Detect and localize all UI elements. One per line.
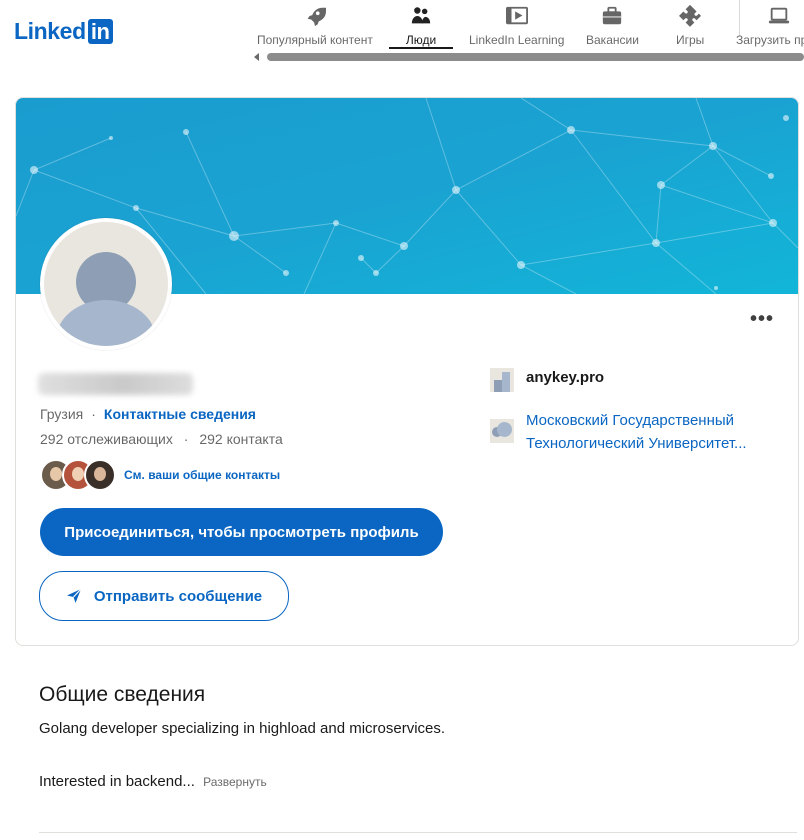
mutual-contacts-row[interactable]: См. ваши общие контакты: [40, 459, 280, 491]
nav-item-download-app[interactable]: Загрузить прил: [736, 2, 804, 48]
education-line: Московский Государственный: [526, 412, 735, 429]
company-logo-icon: [490, 368, 514, 392]
profile-card: ••• Грузия · Контактные сведения 292 отс…: [15, 97, 799, 646]
profile-name-blurred: [38, 373, 193, 395]
send-message-label: Отправить сообщение: [93, 587, 263, 605]
send-icon: [66, 588, 82, 603]
puzzle-icon: [679, 5, 702, 27]
education-line: Технологический Университет...: [526, 435, 747, 452]
location-text: Грузия: [40, 406, 84, 422]
nav-label: Игры: [676, 33, 705, 47]
about-more-text: Interested in backend...: [39, 773, 195, 790]
logo-in-box: in: [87, 18, 113, 44]
people-icon: [411, 7, 431, 24]
stats-row: 292 отслеживающих · 292 контакта: [40, 431, 283, 447]
separator-dot: ·: [91, 406, 96, 422]
location-row: Грузия · Контактные сведения: [40, 406, 256, 422]
separator-dot: ·: [183, 431, 189, 447]
about-text: Golang developer specializing in highloa…: [39, 720, 446, 737]
about-title: Общие сведения: [39, 683, 206, 706]
education-name: Московский Государственный Технологическ…: [526, 409, 747, 455]
rocket-icon: [307, 7, 326, 27]
nav-label: Вакансии: [586, 33, 639, 47]
company-name: anykey.pro: [526, 369, 605, 386]
nav-item-jobs[interactable]: Вакансии: [586, 2, 639, 48]
logo-text: Linked: [14, 17, 86, 44]
video-play-icon: [505, 6, 528, 25]
nav-item-learning[interactable]: LinkedIn Learning: [469, 2, 564, 48]
top-header: Linked in Популярный контент Люди Linked…: [0, 0, 804, 68]
more-options-button[interactable]: •••: [746, 308, 778, 330]
join-to-view-profile-button[interactable]: Присоединиться, чтобы просмотреть профил…: [40, 508, 443, 556]
about-more-row: Interested in backend... Развернуть: [39, 773, 267, 790]
mutual-contacts-link[interactable]: См. ваши общие контакты: [124, 468, 280, 482]
education-item[interactable]: Московский Государственный Технологическ…: [490, 409, 747, 455]
mutual-avatar: [84, 459, 116, 491]
nav-label: LinkedIn Learning: [469, 33, 565, 47]
section-divider: [39, 832, 797, 833]
school-logo-icon: [490, 419, 514, 443]
company-item[interactable]: anykey.pro: [490, 368, 605, 392]
expand-button[interactable]: Развернуть: [203, 775, 267, 789]
briefcase-icon: [603, 6, 622, 25]
contact-info-link[interactable]: Контактные сведения: [104, 406, 256, 422]
avatar-placeholder-icon: [44, 222, 168, 346]
connections-count: 292 контакта: [199, 431, 283, 447]
linkedin-logo[interactable]: Linked in: [14, 17, 113, 45]
scroll-left-arrow-icon[interactable]: [254, 53, 259, 61]
laptop-icon: [768, 7, 789, 24]
send-message-button[interactable]: Отправить сообщение: [39, 571, 289, 621]
nav-label: Популярный контент: [257, 33, 373, 47]
nav-scrollbar[interactable]: [252, 52, 804, 62]
nav-label: Загрузить прил: [736, 33, 804, 47]
profile-avatar[interactable]: [40, 218, 172, 350]
nav-item-popular[interactable]: Популярный контент: [257, 2, 373, 48]
scrollbar-thumb[interactable]: [267, 53, 804, 61]
nav-label: Люди: [405, 33, 437, 47]
followers-count: 292 отслеживающих: [40, 431, 173, 447]
nav-item-games[interactable]: Игры: [676, 2, 704, 48]
nav-item-people[interactable]: Люди: [389, 2, 453, 49]
